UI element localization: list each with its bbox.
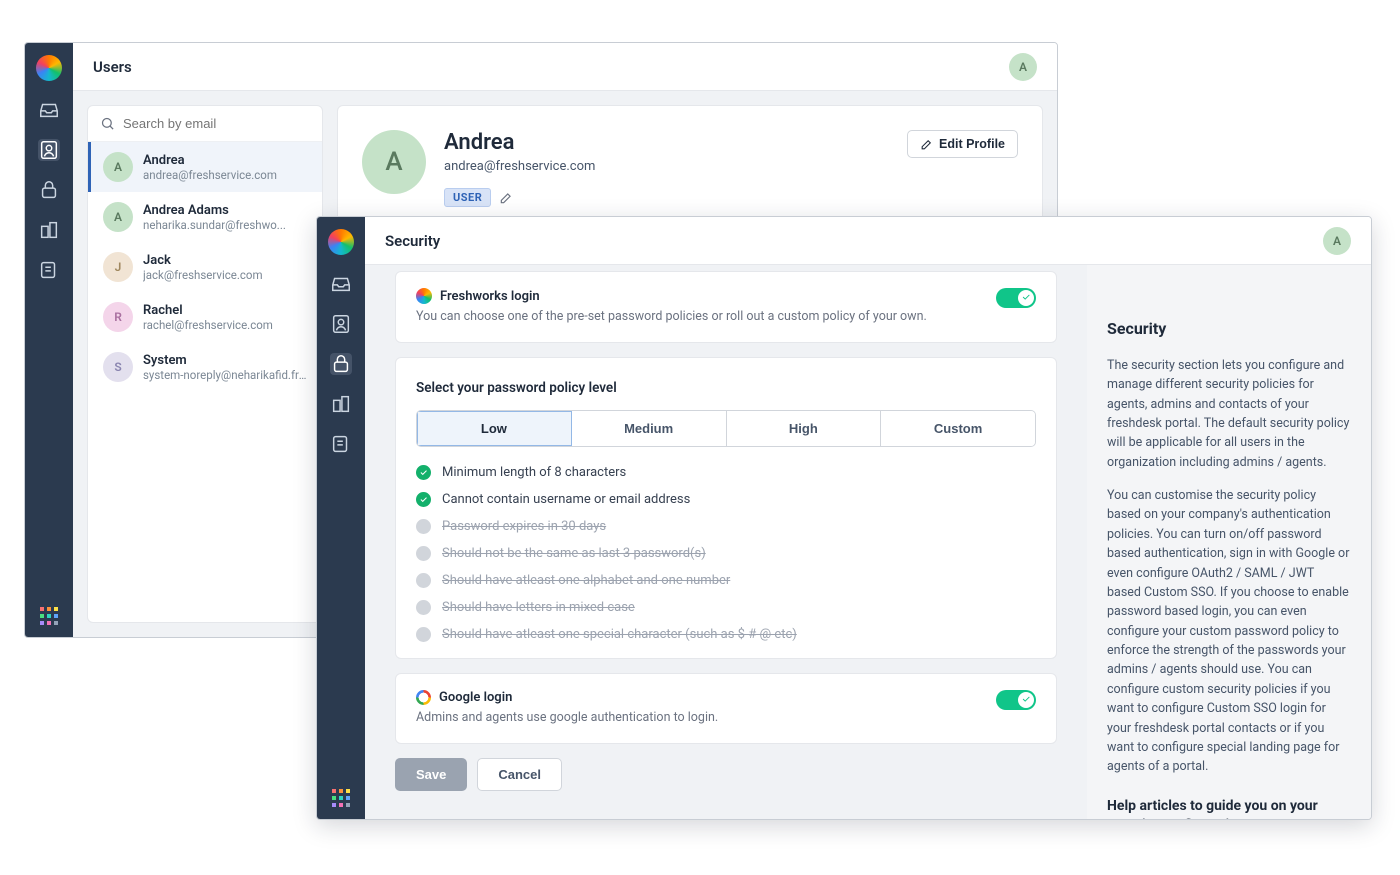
user-email: andrea@freshservice.com <box>143 168 277 182</box>
disabled-icon <box>416 519 431 534</box>
check-icon <box>416 492 431 507</box>
policy-level-segment: LowMediumHighCustom <box>416 410 1036 447</box>
policy-rule: Minimum length of 8 characters <box>416 465 1036 480</box>
organization-icon[interactable] <box>38 219 60 241</box>
policy-rule: Should have letters in mixed case <box>416 600 1036 615</box>
user-avatar: J <box>103 252 133 282</box>
check-icon <box>416 465 431 480</box>
user-avatar: A <box>103 152 133 182</box>
policy-rule: Password expires in 30 days <box>416 519 1036 534</box>
user-email: system-noreply@neharikafid.fresh... <box>143 368 310 382</box>
policy-level-medium[interactable]: Medium <box>572 411 727 446</box>
pencil-icon <box>920 138 933 151</box>
search-input[interactable] <box>123 116 310 131</box>
topbar: Security A <box>365 217 1371 265</box>
user-avatar: R <box>103 302 133 332</box>
freshworks-login-toggle[interactable] <box>996 288 1036 308</box>
info-paragraph: You can customise the security policy ba… <box>1107 486 1351 777</box>
policy-rule: Cannot contain username or email address <box>416 492 1036 507</box>
password-policy-card: Select your password policy level LowMed… <box>395 357 1057 659</box>
users-icon[interactable] <box>38 139 60 161</box>
info-paragraph: The security section lets you configure … <box>1107 356 1351 472</box>
apps-icon[interactable] <box>40 607 58 625</box>
policy-rule: Should have atleast one special characte… <box>416 627 1036 642</box>
current-user-avatar[interactable]: A <box>1323 227 1351 255</box>
user-row[interactable]: A Andrea Adams neharika.sundar@freshwo..… <box>88 192 322 242</box>
google-login-toggle[interactable] <box>996 690 1036 710</box>
user-avatar: S <box>103 352 133 382</box>
google-mark-icon <box>416 690 431 705</box>
cancel-button[interactable]: Cancel <box>477 758 562 791</box>
security-icon[interactable] <box>330 353 352 375</box>
disabled-icon <box>416 627 431 642</box>
disabled-icon <box>416 573 431 588</box>
disabled-icon <box>416 600 431 615</box>
security-icon[interactable] <box>38 179 60 201</box>
policy-rule: Should have atleast one alphabet and one… <box>416 573 1036 588</box>
profile-name: Andrea <box>444 130 889 155</box>
freshworks-mark-icon <box>416 288 432 304</box>
card-title: Freshworks login <box>440 289 540 304</box>
inbox-icon[interactable] <box>38 99 60 121</box>
nav-rail <box>25 43 73 637</box>
user-row[interactable]: J Jack jack@freshservice.com <box>88 242 322 292</box>
policy-level-custom[interactable]: Custom <box>881 411 1035 446</box>
apps-icon[interactable] <box>332 789 350 807</box>
page-title: Users <box>93 58 132 76</box>
profile-avatar: A <box>362 130 426 194</box>
info-heading: Security <box>1107 317 1351 342</box>
current-user-avatar[interactable]: A <box>1009 53 1037 81</box>
user-name: Andrea <box>143 153 277 168</box>
user-search[interactable] <box>88 106 322 142</box>
user-avatar: A <box>103 202 133 232</box>
inbox-icon[interactable] <box>330 273 352 295</box>
user-name: System <box>143 353 310 368</box>
topbar: Users A <box>73 43 1057 91</box>
freshworks-login-card: Freshworks login You can choose one of t… <box>395 271 1057 343</box>
edit-profile-button[interactable]: Edit Profile <box>907 130 1018 158</box>
profile-email: andrea@freshservice.com <box>444 159 889 174</box>
nav-rail <box>317 217 365 819</box>
help-heading: Help articles to guide you on your secur… <box>1107 797 1351 819</box>
user-name: Rachel <box>143 303 273 318</box>
google-login-card: Google login Admins and agents use googl… <box>395 673 1057 744</box>
search-icon <box>100 116 115 131</box>
freshworks-logo-icon <box>36 55 62 81</box>
audit-icon[interactable] <box>330 433 352 455</box>
user-row[interactable]: A Andrea andrea@freshservice.com <box>88 142 322 192</box>
policy-rule: Should not be the same as last 3 passwor… <box>416 546 1036 561</box>
organization-icon[interactable] <box>330 393 352 415</box>
card-description: Admins and agents use google authenticat… <box>416 709 976 727</box>
freshworks-logo-icon <box>328 229 354 255</box>
user-email: rachel@freshservice.com <box>143 318 273 332</box>
audit-icon[interactable] <box>38 259 60 281</box>
edit-role-icon[interactable] <box>499 191 513 205</box>
user-email: neharika.sundar@freshwo... <box>143 218 286 232</box>
user-name: Jack <box>143 253 263 268</box>
role-badge: USER <box>444 188 491 207</box>
users-sidebar: A Andrea andrea@freshservice.comA Andrea… <box>87 105 323 623</box>
user-email: jack@freshservice.com <box>143 268 263 282</box>
info-panel: Security The security section lets you c… <box>1087 265 1371 819</box>
policy-level-low[interactable]: Low <box>417 411 572 446</box>
user-row[interactable]: S System system-noreply@neharikafid.fres… <box>88 342 322 392</box>
save-button[interactable]: Save <box>395 758 467 791</box>
disabled-icon <box>416 546 431 561</box>
security-window: Security A Freshworks login You can choo… <box>316 216 1372 820</box>
page-title: Security <box>385 232 440 250</box>
policy-level-high[interactable]: High <box>727 411 882 446</box>
users-icon[interactable] <box>330 313 352 335</box>
card-title: Google login <box>439 690 512 705</box>
card-description: You can choose one of the pre-set passwo… <box>416 308 976 326</box>
policy-section-title: Select your password policy level <box>416 380 1036 396</box>
user-name: Andrea Adams <box>143 203 286 218</box>
user-row[interactable]: R Rachel rachel@freshservice.com <box>88 292 322 342</box>
